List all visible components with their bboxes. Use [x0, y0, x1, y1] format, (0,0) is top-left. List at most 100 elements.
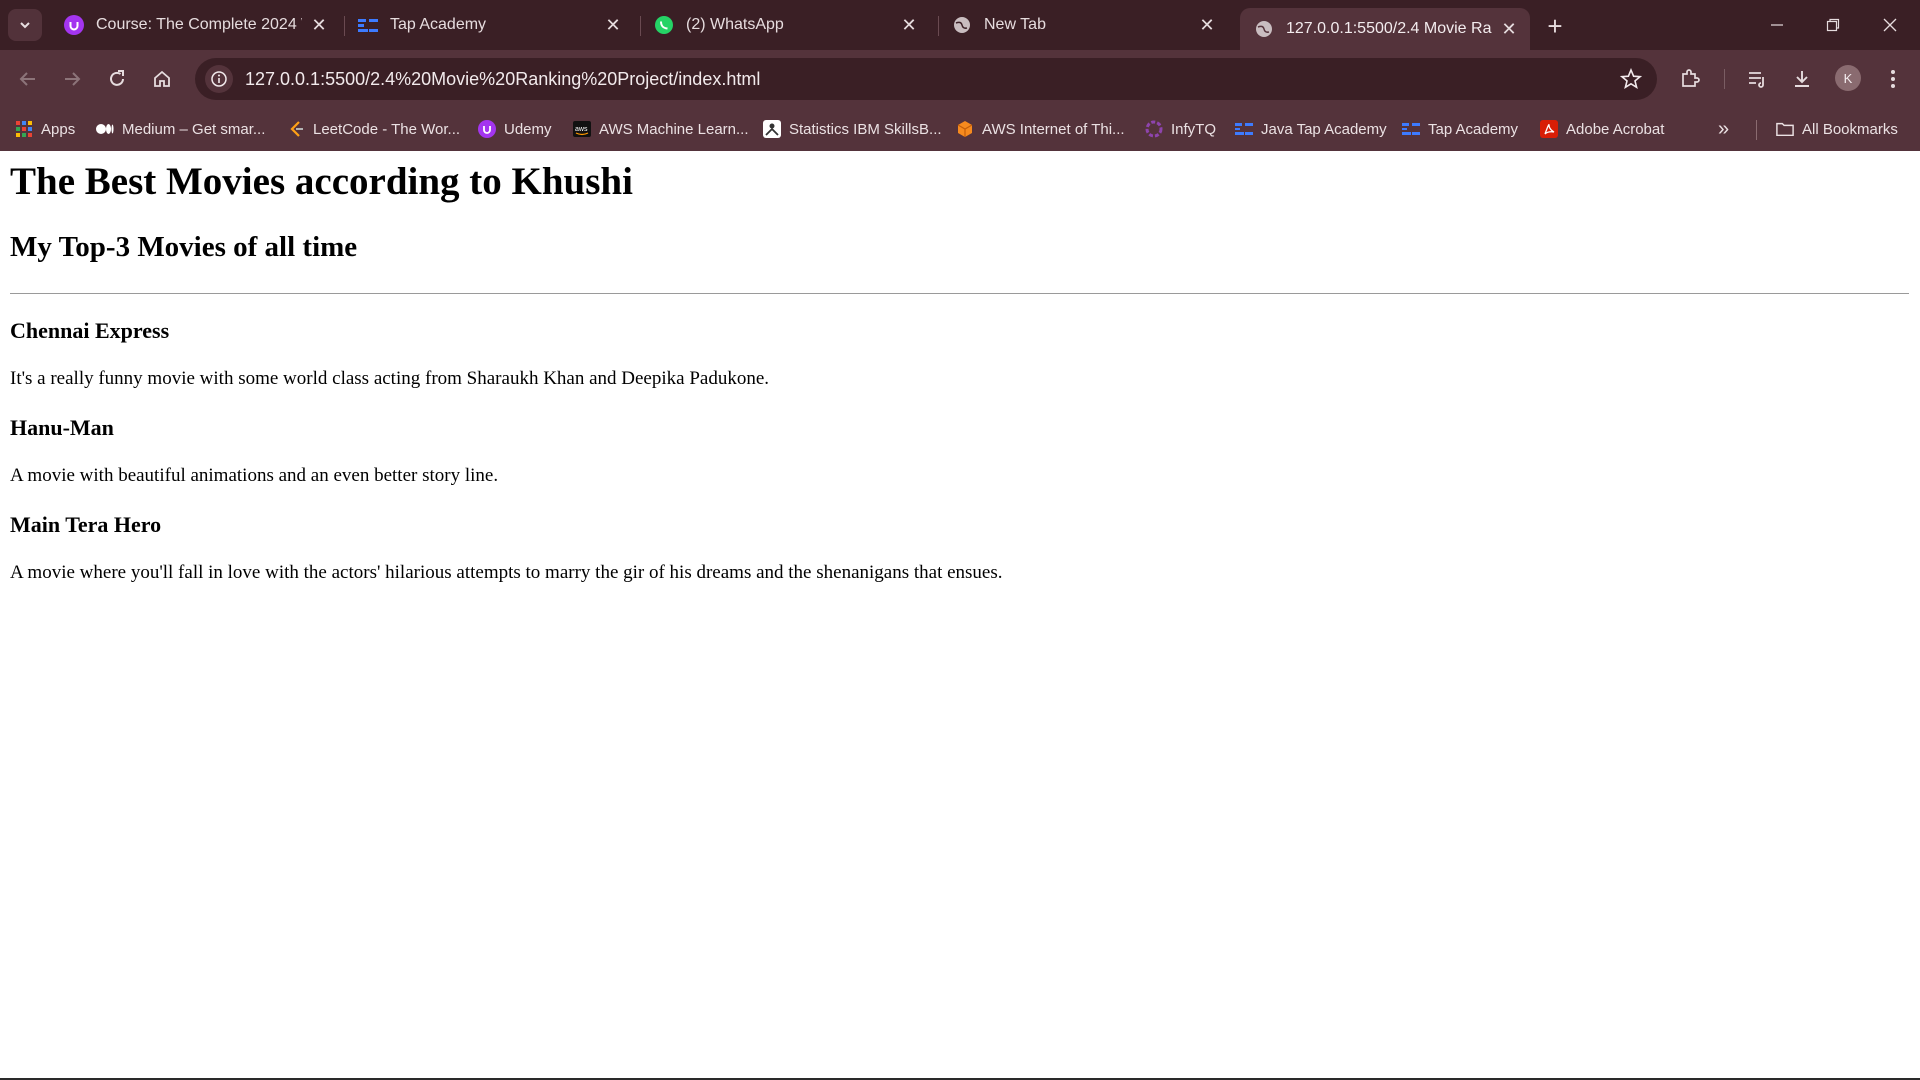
all-bookmarks-button[interactable]: All Bookmarks [1776, 116, 1898, 142]
bookmark-label: AWS Machine Learn... [599, 120, 749, 138]
bookmark-label: Tap Academy [1428, 120, 1519, 138]
bookmark-star-icon[interactable] [1619, 67, 1643, 91]
movie-title: Main Tera Hero [10, 512, 162, 537]
bookmark-label: Java Tap Academy [1261, 120, 1387, 138]
tab-new-tab[interactable]: New Tab ✕ [938, 8, 1228, 42]
double-chevron-right-icon: » [1718, 117, 1730, 140]
minimize-button[interactable] [1757, 8, 1797, 42]
downloads-button[interactable] [1786, 63, 1818, 95]
bookmark-label: LeetCode - The Wor... [313, 120, 461, 138]
media-controls-button[interactable] [1741, 63, 1773, 95]
bookmark-aws-iot[interactable]: AWS Internet of Thi... [956, 116, 1125, 142]
restore-button[interactable] [1813, 8, 1853, 42]
page-title: The Best Movies according to Khushi [10, 160, 633, 203]
back-button[interactable] [12, 63, 44, 95]
playlist-icon [1749, 72, 1764, 88]
arrow-right-icon [65, 72, 81, 86]
tab-search-button[interactable] [8, 9, 42, 41]
home-button[interactable] [146, 63, 178, 95]
bookmark-adobe-acrobat[interactable]: Adobe Acrobat [1540, 116, 1664, 142]
tab-title: 127.0.0.1:5500/2.4 Movie Rankin [1286, 20, 1492, 37]
movie-title: Chennai Express [10, 318, 170, 343]
bookmarks-divider [1756, 120, 1757, 140]
toolbar-divider [1724, 69, 1725, 89]
leetcode-icon [287, 120, 305, 138]
movie-description: It's a really funny movie with some worl… [10, 368, 770, 389]
bookmark-aws-ml[interactable]: aws AWS Machine Learn... [573, 116, 749, 142]
movie-description: A movie with beautiful animations and an… [10, 465, 499, 486]
movie-title: Hanu-Man [10, 415, 114, 440]
close-icon[interactable]: ✕ [308, 14, 330, 36]
download-icon [1795, 71, 1809, 87]
bookmarks-bar: Apps Medium – Get smar... LeetCode - The… [0, 108, 1920, 151]
whatsapp-icon [654, 15, 674, 35]
bookmark-java-tap-academy[interactable]: Java Tap Academy [1235, 116, 1387, 142]
infytq-icon [1145, 120, 1163, 138]
close-icon[interactable]: ✕ [1196, 14, 1218, 36]
udemy-icon [478, 120, 496, 138]
close-window-button[interactable] [1870, 8, 1910, 42]
arrow-left-icon [19, 72, 35, 86]
tab-tap-academy[interactable]: Tap Academy ✕ [344, 8, 634, 42]
close-icon[interactable]: ✕ [602, 14, 624, 36]
address-bar[interactable]: 127.0.0.1:5500/2.4%20Movie%20Ranking%20P… [195, 58, 1657, 100]
tap-academy-icon [1402, 120, 1420, 138]
bookmark-udemy[interactable]: Udemy [478, 116, 552, 142]
all-bookmarks-label: All Bookmarks [1802, 120, 1898, 138]
forward-button[interactable] [56, 63, 88, 95]
udemy-icon [64, 15, 84, 35]
divider [10, 293, 1909, 294]
reload-button[interactable] [101, 63, 133, 95]
bookmark-label: Medium – Get smar... [122, 120, 266, 138]
aws-icon: aws [573, 120, 591, 138]
url-text: 127.0.0.1:5500/2.4%20Movie%20Ranking%20P… [245, 68, 761, 89]
movie-description: A movie where you'll fall in love with t… [10, 562, 1003, 583]
menu-button[interactable] [1877, 63, 1909, 95]
acrobat-icon [1540, 120, 1558, 138]
tab-movie-ranking[interactable]: 127.0.0.1:5500/2.4 Movie Rankin ✕ [1240, 8, 1530, 50]
bookmark-apps[interactable]: Apps [15, 116, 75, 142]
bookmark-label: Udemy [504, 120, 552, 138]
tab-whatsapp[interactable]: (2) WhatsApp ✕ [640, 8, 930, 42]
restore-icon [1826, 18, 1840, 32]
skillsbuild-icon [763, 120, 781, 138]
chevron-down-icon [20, 22, 30, 29]
page-subtitle: My Top-3 Movies of all time [10, 231, 358, 263]
bookmark-label: Adobe Acrobat [1566, 120, 1665, 138]
close-icon[interactable]: ✕ [898, 14, 920, 36]
reload-icon [110, 70, 124, 86]
close-icon [1883, 18, 1897, 32]
puzzle-icon [1682, 69, 1700, 87]
browser-chrome: Course: The Complete 2024 We ✕ Tap Acade… [0, 0, 1920, 151]
extensions-button[interactable] [1674, 63, 1706, 95]
bookmark-ibm-skillsbuild[interactable]: Statistics IBM SkillsB... [763, 116, 942, 142]
bookmark-tap-academy[interactable]: Tap Academy [1402, 116, 1518, 142]
tab-title: Course: The Complete 2024 We [96, 16, 302, 33]
bookmark-label: InfyTQ [1171, 120, 1217, 138]
apps-grid-icon [15, 120, 33, 138]
medium-icon [96, 120, 114, 138]
tab-title: Tap Academy [390, 16, 487, 33]
tab-title: New Tab [984, 16, 1046, 33]
tap-academy-icon [1235, 120, 1253, 138]
bookmark-leetcode[interactable]: LeetCode - The Wor... [287, 116, 460, 142]
tab-udemy-course[interactable]: Course: The Complete 2024 We ✕ [50, 8, 340, 42]
globe-icon [952, 15, 972, 35]
profile-avatar[interactable]: K [1835, 65, 1861, 91]
minimize-icon [1771, 24, 1783, 26]
new-tab-button[interactable]: + [1540, 11, 1570, 41]
plus-icon: + [1547, 10, 1563, 41]
folder-icon [1776, 120, 1794, 138]
tab-strip: Course: The Complete 2024 We ✕ Tap Acade… [0, 0, 1920, 50]
tap-academy-icon [358, 15, 378, 35]
close-icon[interactable]: ✕ [1498, 18, 1520, 40]
globe-icon [1254, 19, 1274, 39]
bookmark-infytq[interactable]: InfyTQ [1145, 116, 1216, 142]
bookmark-medium[interactable]: Medium – Get smar... [96, 116, 265, 142]
bookmark-label: Apps [41, 120, 76, 138]
site-info-icon[interactable] [205, 65, 233, 93]
more-bookmarks-button[interactable]: » [1718, 116, 1729, 142]
kebab-menu-icon [1891, 70, 1895, 88]
tab-title: (2) WhatsApp [686, 16, 784, 33]
svg-text:aws: aws [575, 126, 588, 133]
